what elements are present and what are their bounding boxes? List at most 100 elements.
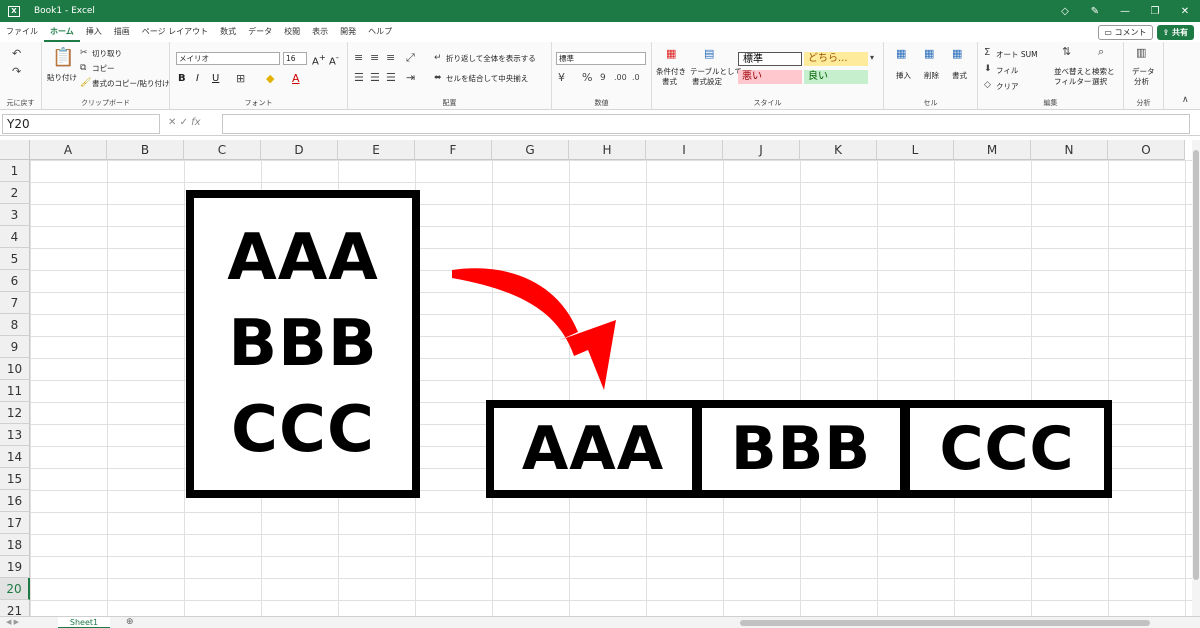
font-size-select[interactable]: 16 bbox=[283, 52, 307, 65]
style-normal[interactable]: 標準 bbox=[738, 52, 802, 66]
column-header[interactable]: E bbox=[338, 140, 415, 160]
paste-icon[interactable]: 📋 bbox=[52, 48, 74, 68]
vertical-scrollbar-thumb[interactable] bbox=[1193, 150, 1199, 580]
align-middle-icon[interactable]: ≡ bbox=[370, 52, 379, 64]
row-header[interactable]: 16 bbox=[0, 490, 30, 512]
row-header[interactable]: 3 bbox=[0, 204, 30, 226]
align-left-icon[interactable]: ☰ bbox=[354, 72, 364, 84]
tab-developer[interactable]: 開発 bbox=[334, 24, 362, 42]
style-bad[interactable]: 悪い bbox=[738, 70, 802, 84]
redo-icon[interactable]: ↷ bbox=[12, 66, 21, 78]
orientation-icon[interactable]: ⤢ bbox=[406, 52, 415, 64]
row-header[interactable]: 20 bbox=[0, 578, 30, 600]
undo-icon[interactable]: ↶ bbox=[12, 48, 21, 60]
row-header[interactable]: 14 bbox=[0, 446, 30, 468]
sort-filter-label-2[interactable]: フィルター bbox=[1054, 76, 1091, 87]
column-header[interactable]: K bbox=[800, 140, 877, 160]
horizontal-cell-1[interactable]: AAA bbox=[486, 400, 700, 498]
increase-decimal-icon[interactable]: .00 bbox=[614, 72, 627, 84]
format-cells-button[interactable]: 書式 bbox=[952, 70, 967, 81]
comma-icon[interactable]: 9 bbox=[600, 72, 606, 84]
column-header[interactable]: L bbox=[877, 140, 954, 160]
italic-button[interactable]: I bbox=[196, 73, 199, 84]
align-top-icon[interactable]: ≡ bbox=[354, 52, 363, 64]
tab-formulas[interactable]: 数式 bbox=[214, 24, 242, 42]
column-header[interactable]: C bbox=[184, 140, 261, 160]
row-header[interactable]: 12 bbox=[0, 402, 30, 424]
horizontal-scrollbar[interactable] bbox=[740, 620, 1150, 626]
grow-font-icon[interactable]: A+ A- bbox=[312, 52, 339, 67]
align-bottom-icon[interactable]: ≡ bbox=[386, 52, 395, 64]
row-header[interactable]: 13 bbox=[0, 424, 30, 446]
column-header[interactable]: M bbox=[954, 140, 1031, 160]
font-color-icon[interactable]: A bbox=[292, 72, 300, 85]
decrease-decimal-icon[interactable]: .0 bbox=[632, 72, 640, 84]
align-center-icon[interactable]: ☰ bbox=[370, 72, 380, 84]
tab-review[interactable]: 校閲 bbox=[278, 24, 306, 42]
row-header[interactable]: 4 bbox=[0, 226, 30, 248]
column-header[interactable]: O bbox=[1108, 140, 1185, 160]
row-header[interactable]: 5 bbox=[0, 248, 30, 270]
tab-help[interactable]: ヘルプ bbox=[362, 24, 398, 42]
font-name-select[interactable]: メイリオ bbox=[176, 52, 280, 65]
align-right-icon[interactable]: ☰ bbox=[386, 72, 396, 84]
wrap-text-button[interactable]: 折り返して全体を表示する bbox=[446, 53, 536, 64]
style-good[interactable]: 良い bbox=[804, 70, 868, 84]
column-header[interactable]: H bbox=[569, 140, 646, 160]
column-header[interactable]: G bbox=[492, 140, 569, 160]
conditional-format-label-2[interactable]: 書式 bbox=[662, 76, 677, 87]
diamond-icon[interactable]: ◇ bbox=[1050, 6, 1080, 17]
data-analysis-label-2[interactable]: 分析 bbox=[1134, 76, 1149, 87]
border-icon[interactable]: ⊞ bbox=[236, 73, 245, 85]
enter-icon[interactable]: ✓ bbox=[180, 117, 188, 128]
column-header[interactable]: F bbox=[415, 140, 492, 160]
copy-button[interactable]: コピー bbox=[92, 63, 115, 74]
comment-button[interactable]: ▭ コメント bbox=[1098, 25, 1153, 40]
tab-data[interactable]: データ bbox=[242, 24, 278, 42]
share-button[interactable]: ⇪ 共有 bbox=[1156, 25, 1194, 40]
add-sheet-icon[interactable]: ⊕ bbox=[126, 617, 134, 628]
delete-cells-button[interactable]: 削除 bbox=[924, 70, 939, 81]
select-all-button[interactable] bbox=[0, 140, 30, 160]
row-header[interactable]: 11 bbox=[0, 380, 30, 402]
clear-button[interactable]: クリア bbox=[996, 81, 1019, 92]
fill-color-icon[interactable]: ◆ bbox=[266, 73, 274, 85]
format-as-table-label-2[interactable]: 書式設定 bbox=[692, 76, 722, 87]
currency-icon[interactable]: ¥ bbox=[558, 72, 565, 84]
close-button[interactable]: ✕ bbox=[1170, 6, 1200, 17]
format-painter-button[interactable]: 書式のコピー/貼り付け bbox=[92, 78, 170, 89]
collapse-ribbon-icon[interactable]: ∧ bbox=[1182, 94, 1189, 106]
tab-file[interactable]: ファイル bbox=[0, 24, 44, 42]
pen-icon[interactable]: ✎ bbox=[1080, 6, 1110, 17]
row-header[interactable]: 9 bbox=[0, 336, 30, 358]
indent-icon[interactable]: ⇥ bbox=[406, 72, 415, 84]
tab-draw[interactable]: 描画 bbox=[108, 24, 136, 42]
column-header[interactable]: D bbox=[261, 140, 338, 160]
vertical-scrollbar[interactable] bbox=[1192, 140, 1200, 616]
row-header[interactable]: 15 bbox=[0, 468, 30, 490]
style-neutral[interactable]: どちら... bbox=[804, 52, 868, 66]
percent-icon[interactable]: % bbox=[582, 72, 592, 84]
column-header[interactable]: J bbox=[723, 140, 800, 160]
tab-insert[interactable]: 挿入 bbox=[80, 24, 108, 42]
autosum-button[interactable]: オート SUM bbox=[996, 49, 1038, 60]
merge-center-button[interactable]: セルを結合して中央揃え bbox=[446, 73, 528, 84]
name-box[interactable]: Y20 bbox=[2, 114, 160, 134]
tab-home[interactable]: ホーム bbox=[44, 24, 80, 42]
row-header[interactable]: 6 bbox=[0, 270, 30, 292]
cut-button[interactable]: 切り取り bbox=[92, 48, 122, 59]
column-header[interactable]: I bbox=[646, 140, 723, 160]
sheet-tab[interactable]: Sheet1 bbox=[58, 617, 110, 628]
row-header[interactable]: 10 bbox=[0, 358, 30, 380]
cancel-icon[interactable]: ✕ bbox=[168, 117, 176, 128]
minimize-button[interactable]: — bbox=[1110, 6, 1140, 17]
row-header[interactable]: 1 bbox=[0, 160, 30, 182]
formula-input[interactable] bbox=[222, 114, 1190, 134]
underline-button[interactable]: U bbox=[212, 73, 219, 84]
styles-more-icon[interactable]: ▾ bbox=[870, 52, 874, 64]
horizontal-cell-2[interactable]: BBB bbox=[694, 400, 908, 498]
tab-page-layout[interactable]: ページ レイアウト bbox=[136, 24, 214, 42]
fill-button[interactable]: フィル bbox=[996, 65, 1018, 76]
row-header[interactable]: 8 bbox=[0, 314, 30, 336]
column-header[interactable]: A bbox=[30, 140, 107, 160]
